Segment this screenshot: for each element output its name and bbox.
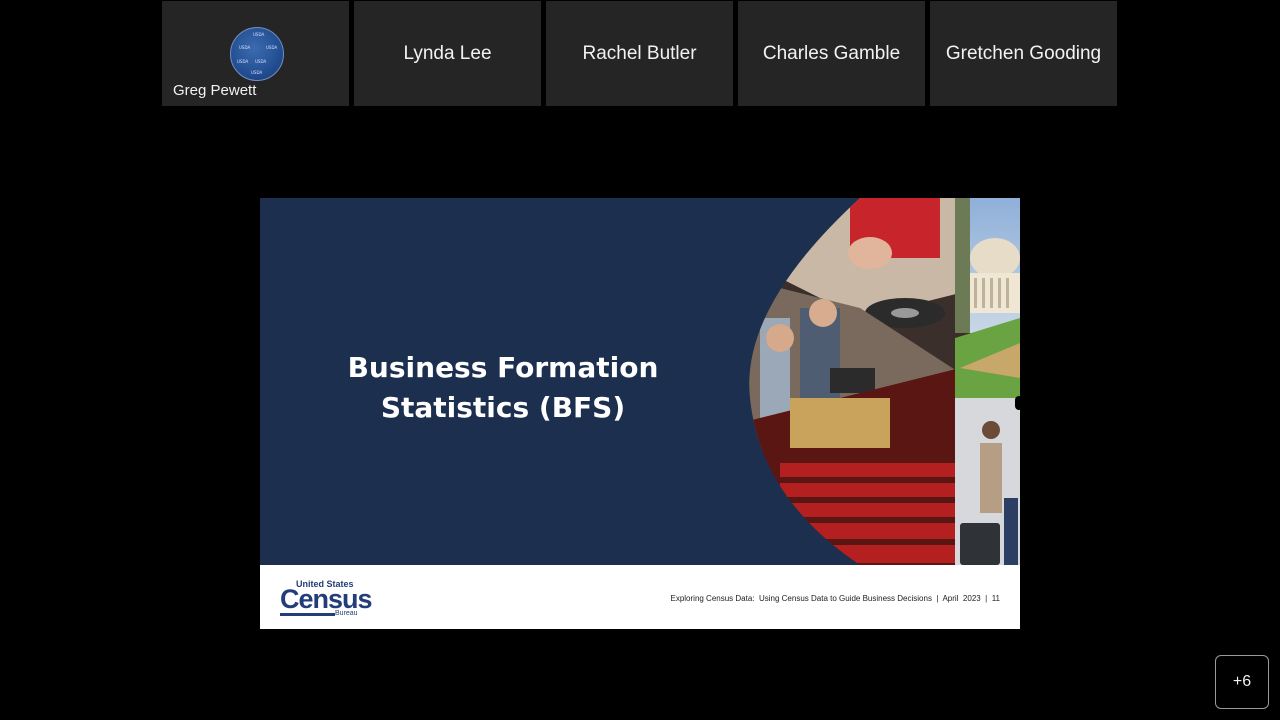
shared-slide: Business Formation Statistics (BFS) Unit… xyxy=(260,198,1020,629)
participant-name: Gretchen Gooding xyxy=(945,42,1102,64)
participant-tile-rachel-butler[interactable]: Rachel Butler xyxy=(546,1,733,106)
avatar: USDA USDA USDA USDA USDA USDA xyxy=(230,27,284,81)
cursor-icon xyxy=(1015,396,1023,410)
participant-tile-greg-pewett[interactable]: USDA USDA USDA USDA USDA USDA Greg Pewet… xyxy=(162,1,349,106)
participant-tile-gretchen-gooding[interactable]: Gretchen Gooding xyxy=(930,1,1117,106)
participant-strip: USDA USDA USDA USDA USDA USDA Greg Pewet… xyxy=(162,1,1117,106)
participant-name: Greg Pewett xyxy=(173,82,257,99)
more-participants-button[interactable]: +6 xyxy=(1215,655,1269,709)
census-logo: United States Census Bureau xyxy=(280,579,373,619)
logo-underline xyxy=(280,613,335,616)
slide-footer: United States Census Bureau Exploring Ce… xyxy=(260,565,1020,629)
participant-tile-charles-gamble[interactable]: Charles Gamble xyxy=(738,1,925,106)
participant-name: Charles Gamble xyxy=(762,42,901,64)
participant-name: Lynda Lee xyxy=(403,42,492,64)
participant-tile-lynda-lee[interactable]: Lynda Lee xyxy=(354,1,541,106)
logo-bottom-text: Bureau xyxy=(335,610,358,617)
photo-collage xyxy=(749,198,1020,565)
slide-footer-text: Exploring Census Data: Using Census Data… xyxy=(670,594,1000,603)
participant-name: Rachel Butler xyxy=(582,42,697,64)
slide-body: Business Formation Statistics (BFS) xyxy=(260,198,1020,565)
